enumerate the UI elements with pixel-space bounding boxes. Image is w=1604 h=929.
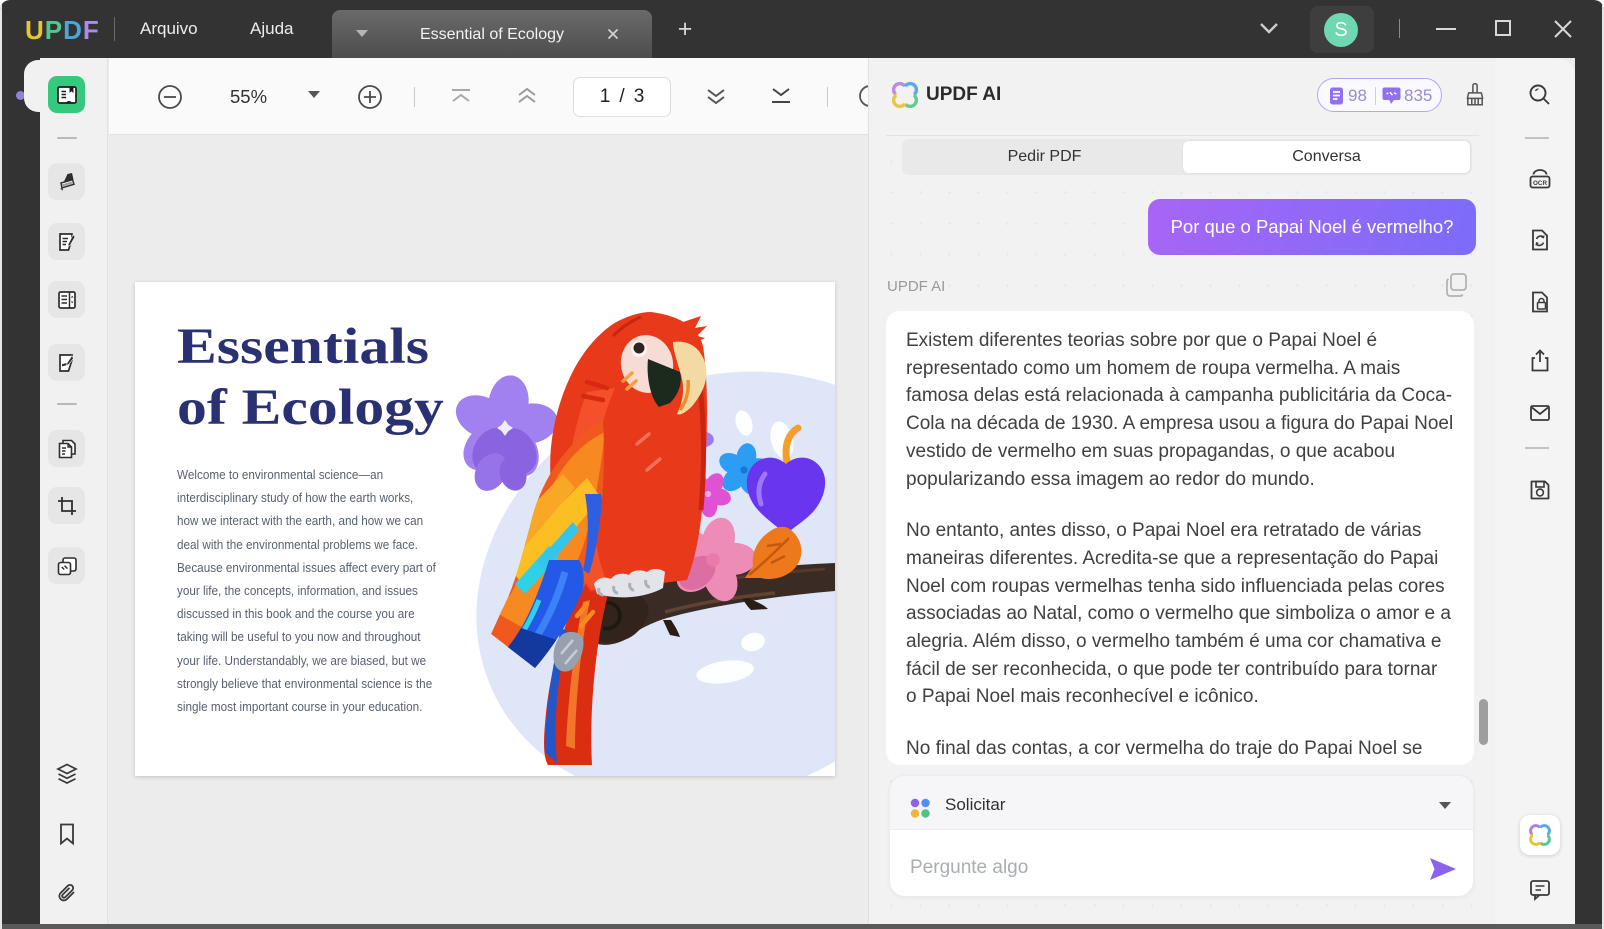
svg-text:OCR: OCR [1533, 180, 1547, 187]
